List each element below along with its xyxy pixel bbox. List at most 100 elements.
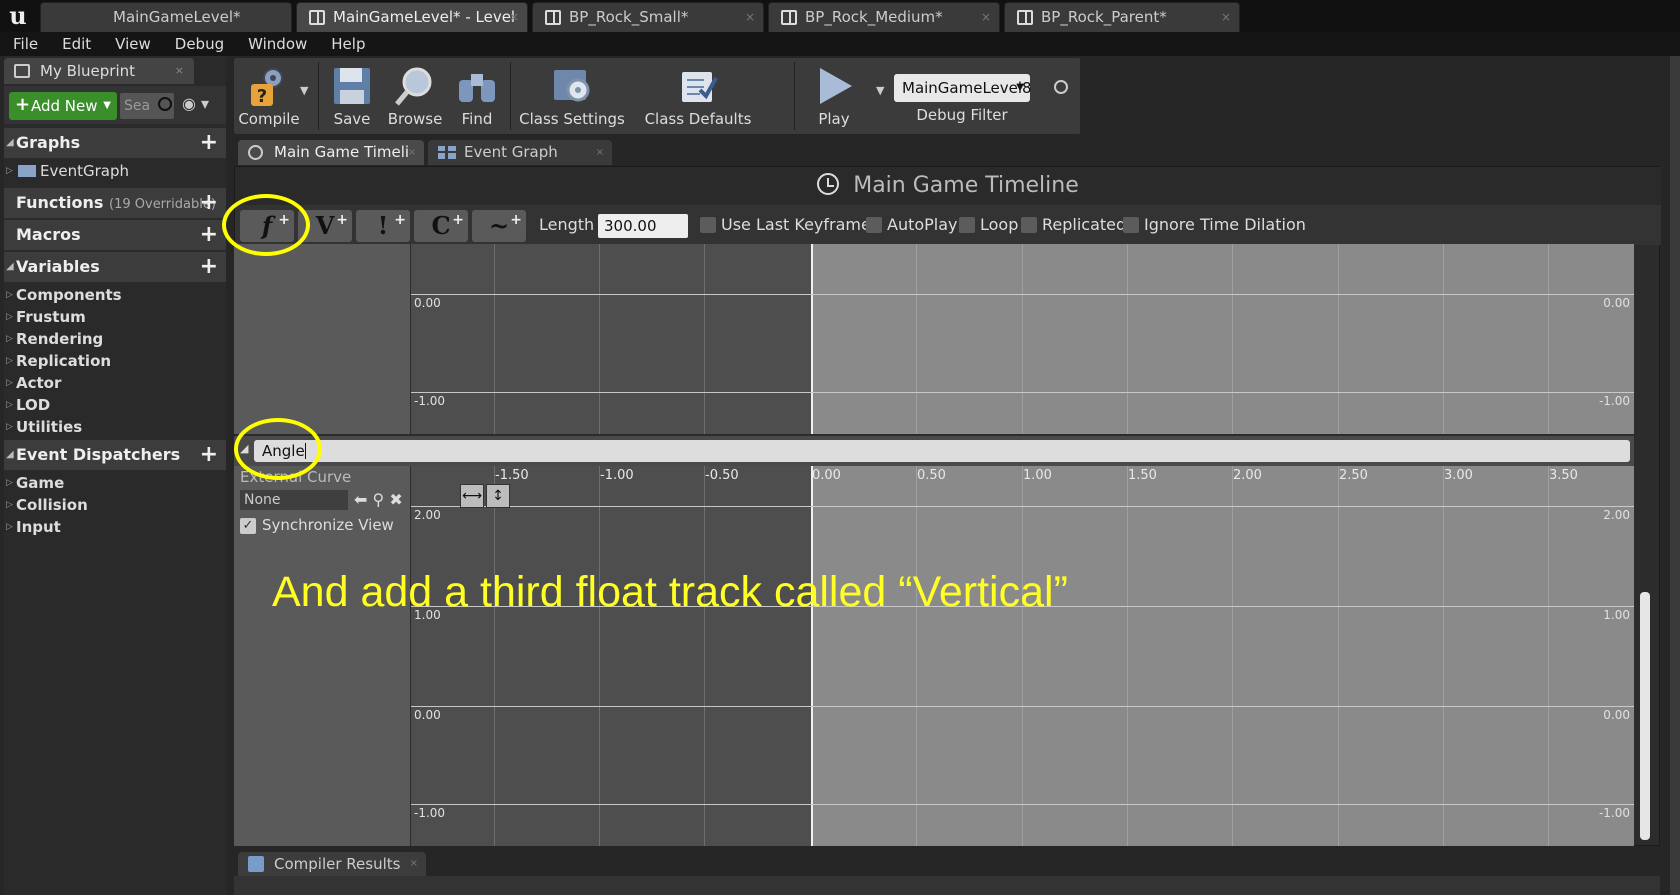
variable-category-rendering[interactable]: ▷ Rendering [4,328,226,350]
use-last-keyframe-checkbox[interactable] [700,217,716,233]
category-label: Components [16,286,122,304]
section-variables[interactable]: ◢ Variables + [4,252,226,282]
clear-x-icon[interactable]: ✖ [389,490,402,509]
dispatcher-category-input[interactable]: ▷ Input [4,516,226,538]
plus-icon: + [452,212,464,228]
tab-compiler-results[interactable]: Compiler Results × [238,852,426,876]
blueprint-icon [1017,10,1033,25]
ignore-time-dilation-checkbox[interactable] [1123,217,1139,233]
grid-line [1443,244,1444,434]
menu-file[interactable]: File [0,35,49,53]
browse-button[interactable]: Browse [382,58,448,134]
doc-tab-bp-rock-parent[interactable]: BP_Rock_Parent* × [1004,2,1240,32]
tab-my-blueprint[interactable]: My Blueprint × [4,58,194,84]
doc-tab-bp-rock-small[interactable]: BP_Rock_Small* × [532,2,764,32]
x-axis-label: 1.50 [1128,468,1157,483]
variable-category-utilities[interactable]: ▷ Utilities [4,416,226,438]
zoom-to-fit-vertical-button[interactable]: ↕ [486,484,510,508]
section-graphs[interactable]: ◢ Graphs + [4,128,226,158]
synchronize-view-checkbox[interactable]: ✓ [240,518,256,534]
track-2-curve-graph[interactable]: -1.50 -1.00 -0.50 0.00 0.50 1.00 1.50 2.… [411,466,1634,846]
close-icon[interactable]: × [509,3,519,31]
toolbar-divider [510,62,511,130]
add-event-track-button[interactable]: ! + [356,210,410,242]
track-name-input[interactable]: Angle [254,440,1630,462]
play-button[interactable]: Play [798,58,870,134]
menu-debug[interactable]: Debug [162,35,235,53]
length-input[interactable]: 300.00 [598,214,688,238]
close-icon[interactable]: × [175,58,184,84]
browse-search-icon[interactable]: ⚲ [373,490,385,509]
use-selected-arrow-icon[interactable]: ⬅ [354,490,367,509]
doc-tab-maingamelevel-level[interactable]: MainGameLevel* - Level × [296,2,528,32]
variable-category-lod[interactable]: ▷ LOD [4,394,226,416]
add-color-track-button[interactable]: C + [414,210,468,242]
doc-tab-bp-rock-medium[interactable]: BP_Rock_Medium* × [768,2,1000,32]
category-label: Actor [16,374,62,392]
add-macro-button[interactable]: + [200,220,218,250]
close-icon[interactable]: × [596,140,604,165]
debug-filter-select[interactable]: MainGameLevel8 ▼ [894,74,1032,102]
variable-category-components[interactable]: ▷ Components [4,284,226,306]
add-event-dispatcher-button[interactable]: + [200,440,218,470]
section-event-dispatchers[interactable]: ◢ Event Dispatchers + [4,440,226,470]
expand-triangle-icon: ▷ [6,378,13,388]
track-1-curve-graph[interactable]: 0.00 -1.00 0.00 -1.00 [411,244,1634,434]
class-settings-button[interactable]: Class Settings [514,58,630,134]
add-function-button[interactable]: + [200,188,218,218]
close-icon[interactable]: × [410,852,418,876]
section-label: Macros [16,225,81,244]
close-icon[interactable]: × [408,140,416,165]
annotation-highlight-circle [222,194,310,256]
replicated-checkbox[interactable] [1021,217,1037,233]
zoom-to-fit-horizontal-button[interactable]: ⟷ [460,484,484,508]
menu-edit[interactable]: Edit [49,35,102,53]
tab-main-game-timeline[interactable]: Main Game Timeli × [238,140,424,165]
add-new-button[interactable]: Add New ▼ [9,91,117,120]
compile-button[interactable]: ? Compile [234,58,304,134]
close-icon[interactable]: × [745,3,755,31]
play-options-chevron-icon[interactable]: ▼ [876,84,884,97]
class-defaults-button[interactable]: Class Defaults [634,58,762,134]
graph-item-label: EventGraph [40,162,129,180]
section-macros[interactable]: Macros + [4,220,226,250]
debug-filter-value: MainGameLevel8 [902,79,1032,97]
external-curve-field[interactable]: None [240,490,348,510]
view-options-icon[interactable]: ◉ ▾ [182,94,209,113]
graph-item-eventgraph[interactable]: ▷ EventGraph [4,160,226,182]
menu-view[interactable]: View [102,35,162,53]
external-curve-actions: ⬅ ⚲ ✖ [354,490,403,509]
debug-find-search-icon[interactable] [1054,80,1068,94]
section-functions[interactable]: Functions (19 Overridable) + [4,188,226,218]
autoplay-checkbox[interactable] [866,217,882,233]
tab-event-graph[interactable]: Event Graph × [428,140,612,165]
doc-tab-maingamelevel[interactable]: MainGameLevel* [40,2,292,32]
add-variable-button[interactable]: + [200,252,218,282]
dispatcher-category-game[interactable]: ▷ Game [4,472,226,494]
loop-checkbox[interactable] [959,217,975,233]
grid-line [704,244,705,434]
find-button[interactable]: Find [448,58,506,134]
value-grid-line [411,706,1634,707]
dispatcher-category-collision[interactable]: ▷ Collision [4,494,226,516]
replicated-label: Replicated [1042,215,1127,234]
expand-triangle-icon: ▷ [6,400,13,410]
save-button[interactable]: Save [322,58,382,134]
x-axis-label: 3.00 [1444,468,1473,483]
close-icon[interactable]: × [981,3,991,31]
browse-label: Browse [387,110,443,128]
variable-category-actor[interactable]: ▷ Actor [4,372,226,394]
expand-triangle-icon: ▷ [6,334,13,344]
add-external-curve-button[interactable]: ~ + [472,210,526,242]
menu-help[interactable]: Help [318,35,376,53]
compile-options-chevron-icon[interactable]: ▼ [300,84,308,97]
search-input[interactable]: Sea [120,93,174,119]
close-icon[interactable]: × [1221,3,1231,31]
grid-line [704,466,705,846]
add-graph-button[interactable]: + [200,128,218,158]
variable-category-replication[interactable]: ▷ Replication [4,350,226,372]
variable-category-frustum[interactable]: ▷ Frustum [4,306,226,328]
menu-window[interactable]: Window [235,35,318,53]
timeline-scrollbar[interactable] [1640,592,1650,840]
grid-line [1022,244,1023,434]
